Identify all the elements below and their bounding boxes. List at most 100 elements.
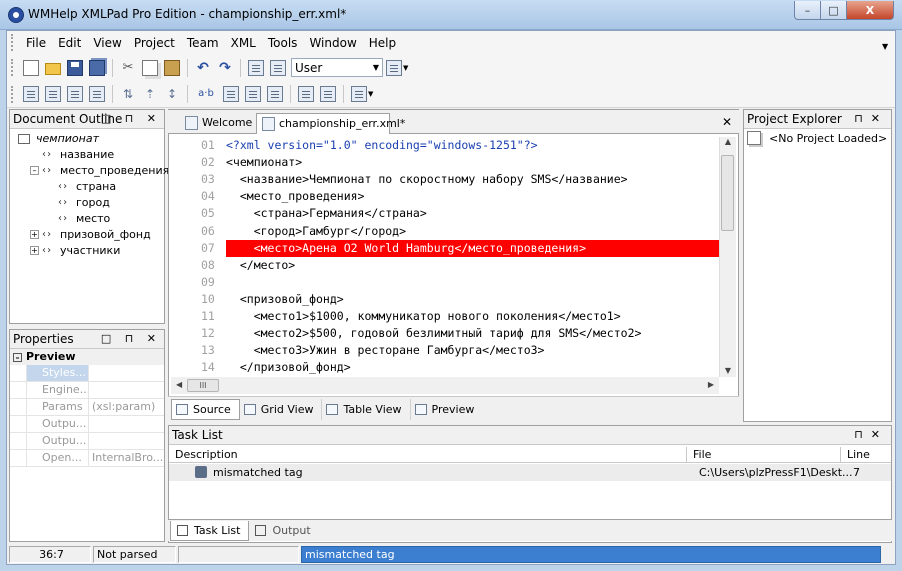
open-folder-icon[interactable]	[45, 63, 61, 75]
save-all-icon[interactable]	[89, 59, 105, 76]
menu-window[interactable]: Window	[303, 32, 362, 54]
property-value[interactable]	[89, 365, 92, 381]
move-up-icon[interactable]: ⇡	[142, 86, 158, 102]
menu-edit[interactable]: Edit	[52, 32, 87, 54]
column-description[interactable]: Description	[169, 447, 687, 462]
code-line[interactable]: 03 <название>Чемпионат по скоростному на…	[171, 171, 719, 188]
expand-icon[interactable]: +	[30, 246, 39, 255]
copy-icon[interactable]	[142, 59, 158, 76]
outline-item[interactable]: ‹ › название	[10, 147, 164, 163]
checkin-icon[interactable]	[270, 59, 286, 76]
outline-item[interactable]: чемпионат	[10, 131, 164, 147]
sort-icon[interactable]: ⇅	[120, 86, 136, 102]
well-formed-icon[interactable]	[45, 86, 61, 102]
column-line[interactable]: Line	[841, 447, 891, 462]
code-line[interactable]: 10 <призовой_фонд>	[171, 291, 719, 308]
expand-icon[interactable]: +	[30, 230, 39, 239]
scroll-up-icon[interactable]: ▲	[720, 137, 736, 146]
code-line[interactable]: 13 <место3>Ужин в ресторане Гамбурга</ме…	[171, 342, 719, 359]
code-line[interactable]: 01 <?xml version="1.0" encoding="windows-…	[171, 137, 719, 154]
tab-table-view[interactable]: Table View	[322, 399, 411, 420]
new-file-icon[interactable]	[23, 59, 39, 76]
menu-project[interactable]: Project	[128, 32, 181, 54]
code-line[interactable]: 09	[171, 274, 719, 291]
code-line[interactable]: 08 </место>	[171, 257, 719, 274]
code-line[interactable]: 04 <место_проведения>	[171, 188, 719, 205]
text-format-icon[interactable]: a·b	[195, 86, 217, 102]
menu-tools[interactable]: Tools	[262, 32, 304, 54]
collapse-icon[interactable]: –	[13, 352, 22, 362]
layout-icon[interactable]	[386, 59, 402, 76]
save-icon[interactable]	[67, 59, 83, 76]
outline-item[interactable]: + ‹ › призовой_фонд	[10, 227, 164, 243]
outline-item[interactable]: ‹ › место	[10, 211, 164, 227]
scroll-right-icon[interactable]: ▶	[708, 380, 714, 389]
chevron-down-icon[interactable]: ▼	[403, 64, 408, 72]
property-row[interactable]: Engine...	[10, 382, 164, 399]
edit-schema-icon[interactable]	[89, 86, 105, 102]
uncomment-icon[interactable]	[320, 86, 336, 102]
property-row[interactable]: Params (xsl:param)	[10, 399, 164, 416]
format-icon[interactable]	[267, 86, 283, 102]
outline-item[interactable]: ‹ › страна	[10, 179, 164, 195]
property-row[interactable]: Styles...	[10, 365, 164, 382]
panel-control-icons[interactable]: ⊓✕	[854, 110, 888, 128]
menu-team[interactable]: Team	[181, 32, 225, 54]
scroll-down-icon[interactable]: ▼	[720, 366, 736, 375]
outline-item[interactable]: + ‹ › участники	[10, 243, 164, 259]
tab-source[interactable]: Source	[171, 399, 240, 420]
table-row[interactable]: mismatched tag C:\Users\plzPressF1\Deskt…	[169, 464, 891, 481]
panel-control-icons[interactable]: □ ⊓ ✕	[101, 330, 161, 348]
property-row[interactable]: Outpu...	[10, 433, 164, 450]
comment-icon[interactable]	[298, 86, 314, 102]
property-category[interactable]: – Preview	[10, 349, 164, 365]
tab-task-list[interactable]: Task List	[170, 520, 250, 541]
menu-xml[interactable]: XML	[225, 32, 262, 54]
property-value[interactable]: (xsl:param)	[89, 399, 155, 415]
code-line[interactable]: 02 <чемпионат>	[171, 154, 719, 171]
code-line[interactable]: 05 <страна>Германия</страна>	[171, 205, 719, 222]
check-icon[interactable]	[67, 86, 83, 102]
property-value[interactable]	[89, 416, 92, 432]
property-value[interactable]: InternalBro...	[89, 450, 163, 466]
property-value[interactable]	[89, 433, 92, 449]
menu-overflow-icon[interactable]: ▼	[882, 42, 888, 51]
code-line[interactable]: 12 <место2>$500, годовой безлимитный тар…	[171, 325, 719, 342]
tab-championship-err[interactable]: championship_err.xml*	[256, 113, 405, 134]
tab-welcome[interactable]: Welcome	[180, 113, 258, 134]
tab-preview[interactable]: Preview	[411, 399, 483, 420]
unindent-icon[interactable]	[223, 86, 239, 102]
outline-item[interactable]: ‹ › город	[10, 195, 164, 211]
horizontal-scroll-thumb[interactable]: III	[187, 379, 219, 392]
transform-icon[interactable]	[351, 86, 367, 102]
redo-icon[interactable]: ↷	[217, 60, 233, 76]
paste-icon[interactable]	[164, 59, 180, 76]
code-line[interactable]: 07 <место>Арена O2 World Hamburg</место_…	[171, 239, 719, 257]
horizontal-scrollbar[interactable]: ◀ ▶	[171, 377, 719, 394]
property-row[interactable]: Outpu...	[10, 416, 164, 433]
vertical-scroll-thumb[interactable]	[721, 155, 734, 231]
app-icon[interactable]	[8, 7, 24, 23]
tab-grid-view[interactable]: Grid View	[240, 399, 323, 420]
panel-control-icons[interactable]: □ ⊓ ✕	[101, 110, 161, 128]
project-tree-item[interactable]: <No Project Loaded>	[747, 131, 887, 145]
menu-view[interactable]: View	[87, 32, 127, 54]
code-line[interactable]: 06 <город>Гамбург</город>	[171, 223, 719, 240]
checkout-icon[interactable]	[248, 59, 264, 76]
panel-control-icons[interactable]: ⊓✕	[854, 426, 888, 444]
minimize-button[interactable]: –	[794, 1, 821, 20]
column-file[interactable]: File	[687, 447, 841, 462]
indent-icon[interactable]	[245, 86, 261, 102]
menu-file[interactable]: File	[20, 32, 52, 54]
collapse-icon[interactable]: –	[30, 166, 39, 175]
property-value[interactable]	[89, 382, 92, 398]
maximize-button[interactable]: □	[820, 1, 847, 20]
code-line[interactable]: 11 <место1>$1000, коммуникатор нового по…	[171, 308, 719, 325]
cut-icon[interactable]: ✂	[120, 60, 136, 76]
outline-item[interactable]: – ‹ › место_проведения	[10, 163, 169, 179]
menu-help[interactable]: Help	[363, 32, 402, 54]
scroll-left-icon[interactable]: ◀	[176, 380, 182, 389]
validate-icon[interactable]	[23, 86, 39, 102]
expand-icon[interactable]: ↕	[164, 86, 180, 102]
code-line[interactable]: 14 </призовой_фонд>	[171, 359, 719, 376]
